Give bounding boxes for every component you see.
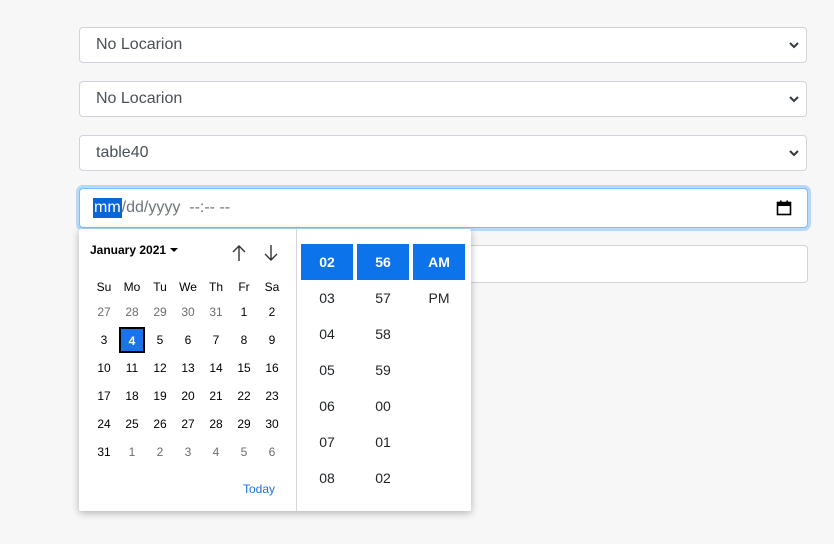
day-cell[interactable]: 2 [146, 438, 174, 466]
datetime-rest[interactable]: /dd/yyyy --:-- -- [122, 199, 230, 217]
hour-option[interactable]: 04 [301, 316, 353, 352]
hour-option[interactable]: 08 [301, 460, 353, 496]
hour-option[interactable]: 05 [301, 352, 353, 388]
weekday-label: Mo [123, 280, 141, 294]
day-cell[interactable]: 31 [90, 438, 118, 466]
day-cell[interactable]: 6 [174, 326, 202, 354]
day-cell[interactable]: 11 [118, 354, 146, 382]
day-cell[interactable]: 12 [146, 354, 174, 382]
day-cell[interactable]: 18 [118, 382, 146, 410]
minute-option[interactable]: 59 [357, 352, 409, 388]
day-cell[interactable]: 17 [90, 382, 118, 410]
datetime-picker-popup: January 2021 Su Mo Tu We Th Fr Sa 27 28 … [79, 229, 471, 511]
weekday-label: Tu [153, 280, 167, 294]
day-cell[interactable]: 15 [230, 354, 258, 382]
location-select-1[interactable]: No Locarion [79, 27, 807, 63]
week-row: 17 18 19 20 21 22 23 [90, 382, 286, 410]
day-cell[interactable]: 21 [202, 382, 230, 410]
minute-option[interactable]: 58 [357, 316, 409, 352]
day-cell[interactable]: 20 [174, 382, 202, 410]
minute-option[interactable]: 00 [357, 388, 409, 424]
day-cell[interactable]: 27 [90, 298, 118, 326]
arrow-up-icon[interactable] [230, 243, 248, 263]
day-cell[interactable]: 9 [258, 326, 286, 354]
day-cell[interactable]: 30 [258, 410, 286, 438]
chevron-down-icon [789, 96, 799, 103]
day-cell[interactable]: 1 [230, 298, 258, 326]
minute-option[interactable]: 02 [357, 460, 409, 496]
table-select-value: table40 [96, 144, 149, 161]
day-cell[interactable]: 14 [202, 354, 230, 382]
week-row: 3 4 5 6 7 8 9 [90, 326, 286, 354]
day-cell[interactable]: 2 [258, 298, 286, 326]
day-cell[interactable]: 3 [90, 326, 118, 354]
datetime-month-segment[interactable]: mm [93, 198, 122, 218]
ampm-option-selected[interactable]: AM [413, 244, 465, 280]
day-cell[interactable]: 4 [202, 438, 230, 466]
chevron-down-icon [789, 42, 799, 49]
day-cell[interactable]: 28 [118, 298, 146, 326]
hour-option-selected[interactable]: 02 [301, 244, 353, 280]
day-cell[interactable]: 25 [118, 410, 146, 438]
hour-option[interactable]: 06 [301, 388, 353, 424]
day-cell[interactable]: 1 [118, 438, 146, 466]
hour-option[interactable]: 07 [301, 424, 353, 460]
minute-column: 56 57 58 59 00 01 02 [357, 244, 409, 496]
today-button[interactable]: Today [243, 482, 275, 496]
day-cell[interactable]: 10 [90, 354, 118, 382]
day-cell-selected[interactable]: 4 [119, 327, 145, 353]
weekday-header: Su Mo Tu We Th Fr Sa [90, 276, 286, 298]
day-cell[interactable]: 26 [146, 410, 174, 438]
weekday-label: Sa [264, 280, 280, 294]
day-cell[interactable]: 5 [230, 438, 258, 466]
day-cell[interactable]: 13 [174, 354, 202, 382]
datetime-input[interactable]: mm/dd/yyyy --:-- -- [79, 188, 808, 228]
day-cell[interactable]: 28 [202, 410, 230, 438]
weekday-label: Fr [238, 280, 250, 294]
calendar-pane: January 2021 Su Mo Tu We Th Fr Sa 27 28 … [79, 229, 296, 511]
day-cell[interactable]: 24 [90, 410, 118, 438]
day-cell[interactable]: 6 [258, 438, 286, 466]
week-row: 24 25 26 27 28 29 30 [90, 410, 286, 438]
weekday-label: Su [96, 280, 112, 294]
location-select-1-value: No Locarion [96, 36, 183, 53]
week-row: 31 1 2 3 4 5 6 [90, 438, 286, 466]
week-row: 27 28 29 30 31 1 2 [90, 298, 286, 326]
ampm-option[interactable]: PM [413, 280, 465, 316]
minute-option[interactable]: 57 [357, 280, 409, 316]
day-cell[interactable]: 3 [174, 438, 202, 466]
day-cell[interactable]: 5 [146, 326, 174, 354]
day-cell[interactable]: 29 [146, 298, 174, 326]
day-cell[interactable]: 16 [258, 354, 286, 382]
text-input[interactable] [470, 245, 808, 283]
day-cell[interactable]: 31 [202, 298, 230, 326]
minute-option-selected[interactable]: 56 [357, 244, 409, 280]
caret-down-icon [170, 248, 179, 252]
day-cell[interactable]: 22 [230, 382, 258, 410]
weekday-label: We [179, 280, 197, 294]
day-cell[interactable]: 30 [174, 298, 202, 326]
chevron-down-icon [789, 150, 799, 157]
hour-option[interactable]: 03 [301, 280, 353, 316]
minute-option[interactable]: 01 [357, 424, 409, 460]
ampm-column: AM PM [413, 244, 465, 316]
calendar-grid: Su Mo Tu We Th Fr Sa 27 28 29 30 31 1 2 … [90, 276, 286, 466]
calendar-icon[interactable] [776, 200, 792, 216]
day-cell[interactable]: 23 [258, 382, 286, 410]
month-year-dropdown[interactable]: January 2021 [90, 243, 179, 257]
hour-column: 02 03 04 05 06 07 08 [301, 244, 353, 496]
pane-divider [296, 229, 297, 511]
table-select[interactable]: table40 [79, 135, 807, 171]
day-cell[interactable]: 8 [230, 326, 258, 354]
weekday-label: Th [208, 280, 223, 294]
day-cell[interactable]: 7 [202, 326, 230, 354]
arrow-down-icon[interactable] [262, 243, 280, 263]
day-cell[interactable]: 19 [146, 382, 174, 410]
week-row: 10 11 12 13 14 15 16 [90, 354, 286, 382]
location-select-2[interactable]: No Locarion [79, 81, 807, 117]
day-cell[interactable]: 27 [174, 410, 202, 438]
day-cell[interactable]: 29 [230, 410, 258, 438]
location-select-2-value: No Locarion [96, 90, 183, 107]
month-year-label: January 2021 [90, 243, 167, 257]
